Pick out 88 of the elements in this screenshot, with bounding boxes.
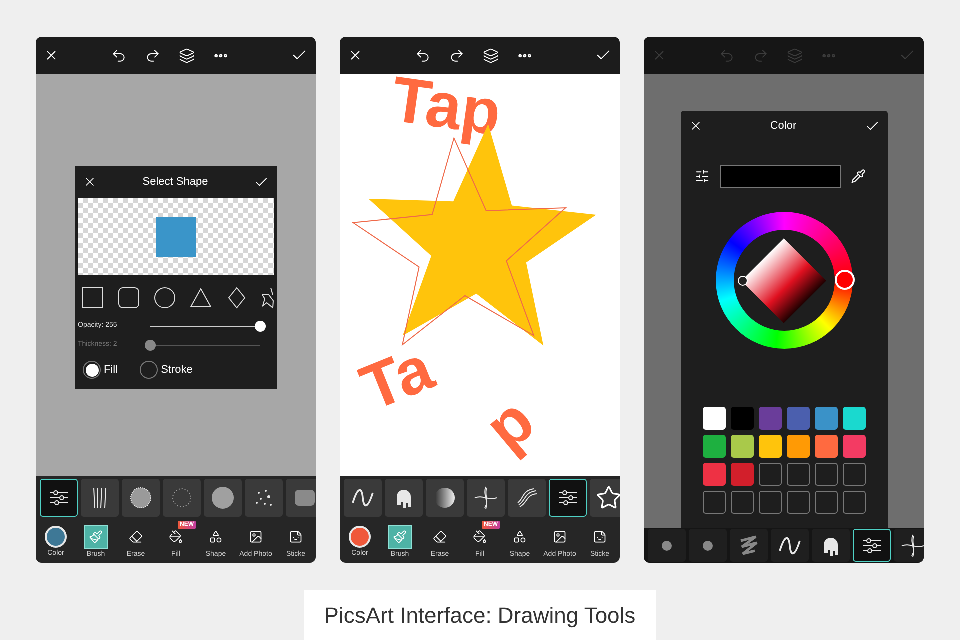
dialog-title: Select Shape [142,174,210,190]
color-swatch[interactable] [730,463,754,486]
brush-preset[interactable] [590,479,620,517]
brush-icon [393,530,407,544]
brush-preset[interactable] [549,479,587,517]
shapes-icon [209,530,223,544]
color-swatch[interactable] [702,435,726,458]
brush-preset[interactable] [40,479,78,517]
hex-input-field[interactable] [720,165,840,188]
color-swatch[interactable] [842,463,866,486]
radio-button[interactable] [83,361,101,379]
radio-button[interactable] [140,361,158,379]
color-swatch[interactable] [730,435,754,458]
brush-preset[interactable] [467,479,505,517]
canvas-text: Tap [388,74,505,146]
color-swatch[interactable] [758,491,782,514]
tool-button[interactable] [388,524,412,548]
color-swatch[interactable] [786,407,810,430]
color-swatch[interactable] [842,491,866,514]
dot-brush-icon [662,540,672,550]
circle-shape-icon[interactable] [154,287,176,309]
brush-preset[interactable] [344,479,382,517]
brush-icon [89,530,103,544]
star-brush-icon [596,485,620,511]
close-icon[interactable] [83,175,97,189]
brush-preset[interactable] [385,479,423,517]
paint-bucket-icon [169,530,183,544]
eraser-icon [129,530,143,544]
cross-brush-icon [473,485,499,511]
image-icon [249,530,263,544]
diamond-shape-icon[interactable] [226,287,248,309]
slider-thumb[interactable] [145,340,156,351]
brush-preset[interactable] [771,529,809,562]
rounded-square-icon[interactable] [118,287,140,309]
color-swatch[interactable] [758,435,782,458]
sticker-icon [289,530,303,544]
hue-handle[interactable] [834,270,854,290]
color-swatch[interactable] [702,491,726,514]
radio-label: Fill [104,362,118,378]
color-swatch[interactable] [758,407,782,430]
eraser-icon [433,530,447,544]
cross-brush-icon [900,532,924,558]
radio-label: Stroke [161,362,193,378]
color-swatch[interactable] [786,463,810,486]
brush-preset[interactable] [812,529,850,562]
color-swatch[interactable] [842,407,866,430]
color-swatch[interactable] [814,435,838,458]
brush-preset[interactable] [81,479,119,517]
triangle-shape-icon[interactable] [190,287,212,309]
color-swatch[interactable] [702,407,726,430]
image-icon [553,530,567,544]
canvas-text: p [474,386,546,462]
eyedropper-icon[interactable] [850,169,866,184]
tool-button[interactable] [84,524,108,548]
layers-icon[interactable] [179,48,195,64]
dot-brush-icon [703,540,713,550]
color-swatch[interactable] [730,407,754,430]
sliders-icon[interactable] [694,169,710,184]
star-shape-icon[interactable] [262,287,274,309]
canvas-text: Ta [352,335,442,421]
color-swatch[interactable] [786,491,810,514]
brush-preset[interactable] [508,479,546,517]
undo-icon[interactable] [415,48,431,64]
slider-thumb[interactable] [255,321,266,332]
color-swatch[interactable] [786,435,810,458]
brush-preset[interactable] [853,529,891,562]
paint-bucket-icon [473,530,487,544]
brush-preset[interactable] [894,529,924,562]
layers-icon[interactable] [483,48,499,64]
shapes-icon [513,530,527,544]
dialog-title: Color [769,118,798,134]
sticker-icon [593,530,607,544]
noise-brush-icon [128,485,154,511]
color-swatch[interactable] [814,463,838,486]
color-swatch[interactable] [842,435,866,458]
color-swatch[interactable] [730,491,754,514]
color-swatch[interactable] [758,463,782,486]
redo-icon[interactable] [449,48,465,64]
color-swatch[interactable] [814,407,838,430]
redo-icon[interactable] [145,48,161,64]
caption: PicsArt Interface: Drawing Tools [304,590,656,640]
color-swatch[interactable] [814,491,838,514]
square-shape-icon[interactable] [82,287,104,309]
brush-preset[interactable] [426,479,464,517]
undo-icon[interactable] [111,48,127,64]
color-swatch[interactable] [702,463,726,486]
disc-brush-icon [210,485,236,511]
square-preview-shape [156,216,196,256]
